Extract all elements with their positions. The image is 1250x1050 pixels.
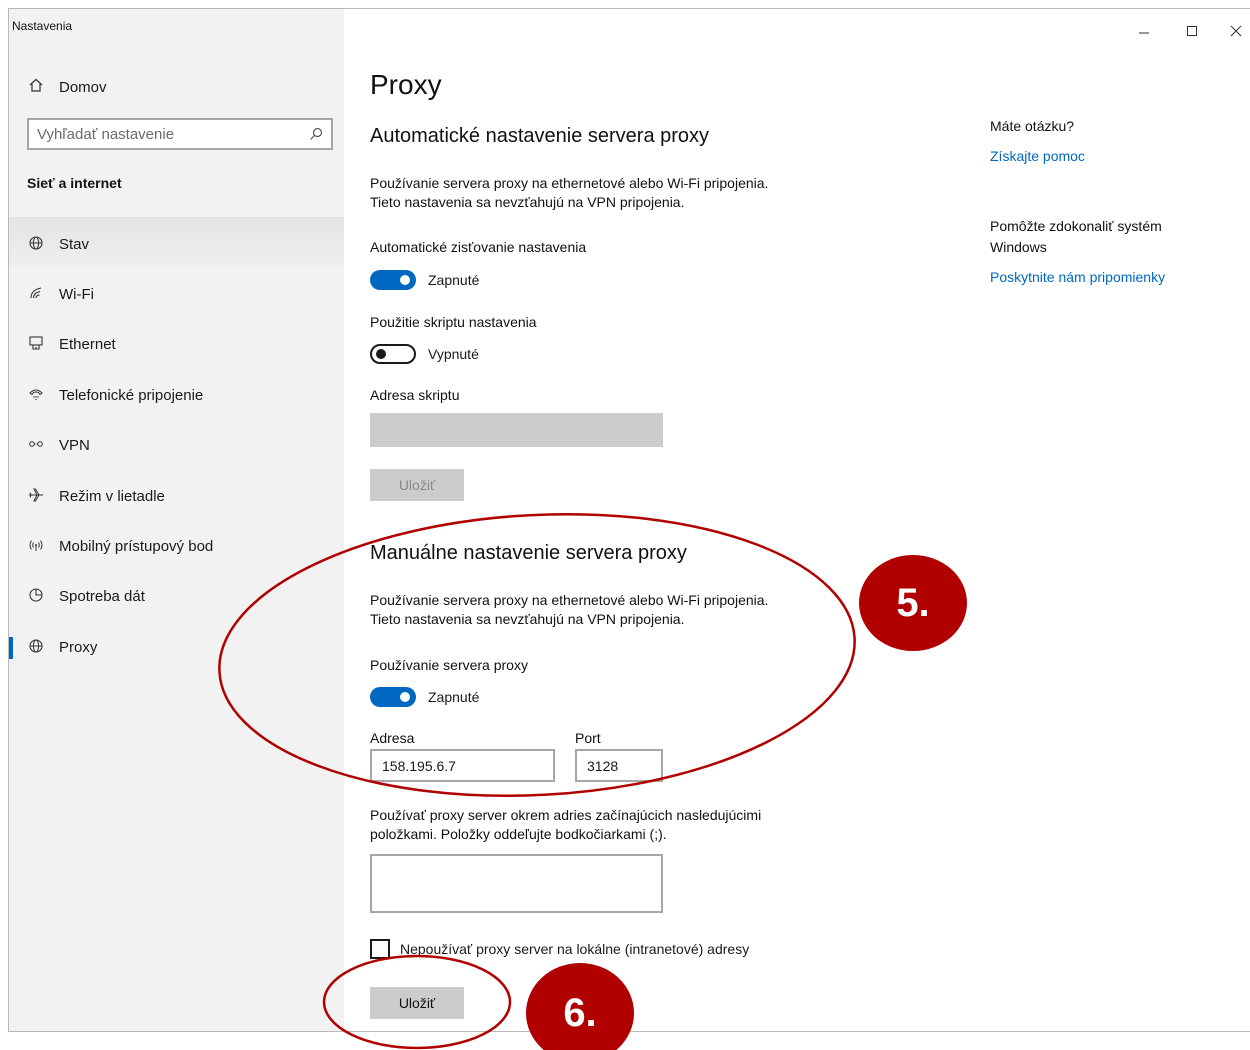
close-button[interactable] bbox=[1221, 21, 1250, 41]
manual-proxy-heading: Manuálne nastavenie servera proxy bbox=[370, 542, 687, 564]
ethernet-icon bbox=[27, 335, 45, 354]
search-icon[interactable] bbox=[309, 127, 323, 141]
use-proxy-label: Používanie servera proxy bbox=[370, 657, 528, 673]
feedback-link[interactable]: Poskytnite nám pripomienky bbox=[990, 269, 1165, 285]
dialup-icon bbox=[27, 386, 45, 405]
sidebar-item-data-usage[interactable]: Spotreba dát bbox=[9, 572, 344, 622]
app-title: Nastavenia bbox=[12, 19, 73, 33]
sidebar-item-label: Spotreba dát bbox=[59, 588, 145, 606]
script-address-field[interactable] bbox=[370, 413, 663, 447]
sidebar-item-wifi[interactable]: Wi-Fi bbox=[9, 269, 344, 319]
vpn-icon bbox=[27, 436, 45, 455]
wifi-icon bbox=[27, 285, 45, 304]
script-address-label: Adresa skriptu bbox=[370, 387, 460, 403]
active-indicator bbox=[9, 637, 13, 660]
sidebar-item-label: Wi-Fi bbox=[59, 286, 94, 304]
close-icon bbox=[1230, 25, 1242, 37]
maximize-button[interactable] bbox=[1177, 21, 1207, 41]
airplane-icon bbox=[27, 487, 45, 506]
sidebar: Nastavenia Domov Sieť a internet Stav bbox=[9, 9, 344, 1031]
setup-script-state: Vypnuté bbox=[428, 346, 479, 362]
local-bypass-row: Nepoužívať proxy server na lokálne (intr… bbox=[370, 939, 749, 959]
auto-detect-toggle[interactable] bbox=[370, 270, 416, 290]
address-label: Adresa bbox=[370, 730, 415, 746]
search-box[interactable] bbox=[27, 118, 333, 150]
auto-detect-state: Zapnuté bbox=[428, 272, 480, 288]
sidebar-item-label: Proxy bbox=[59, 638, 98, 656]
sidebar-item-proxy[interactable]: Proxy bbox=[9, 622, 344, 672]
globe-status-icon bbox=[27, 235, 45, 254]
use-proxy-toggle-row: Zapnuté bbox=[370, 687, 479, 707]
sidebar-item-label: Stav bbox=[59, 235, 90, 253]
proxy-port-input[interactable]: 3128 bbox=[575, 749, 663, 782]
main-content: Proxy Automatické nastavenie servera pro… bbox=[370, 9, 970, 1031]
sidebar-nav: Stav Wi-Fi Ethernet Telefonické pripojen… bbox=[9, 219, 344, 673]
sidebar-item-stav[interactable]: Stav bbox=[9, 219, 344, 269]
auto-save-button[interactable]: Uložiť bbox=[370, 469, 464, 501]
sidebar-item-hotspot[interactable]: Mobilný prístupový bod bbox=[9, 521, 344, 571]
step5-badge: 5. bbox=[859, 555, 967, 651]
setup-script-label: Použitie skriptu nastavenia bbox=[370, 314, 537, 330]
hotspot-icon bbox=[27, 537, 45, 556]
use-proxy-toggle[interactable] bbox=[370, 687, 416, 707]
data-usage-icon bbox=[27, 587, 45, 606]
settings-window: Nastavenia Domov Sieť a internet Stav bbox=[8, 8, 1250, 1032]
home-icon bbox=[27, 77, 45, 97]
setup-script-toggle-row: Vypnuté bbox=[370, 344, 479, 364]
sidebar-item-label: Režim v lietadle bbox=[59, 487, 165, 505]
local-bypass-label[interactable]: Nepoužívať proxy server na lokálne (intr… bbox=[400, 941, 749, 957]
setup-script-toggle[interactable] bbox=[370, 344, 416, 364]
sidebar-item-label: Ethernet bbox=[59, 336, 116, 354]
section-title: Sieť a internet bbox=[27, 175, 122, 191]
sidebar-item-dialup[interactable]: Telefonické pripojenie bbox=[9, 370, 344, 420]
home-label: Domov bbox=[59, 78, 107, 96]
auto-detect-label: Automatické zisťovanie nastavenia bbox=[370, 239, 587, 255]
exceptions-description: Používať proxy server okrem adries začín… bbox=[370, 807, 762, 842]
search-input[interactable] bbox=[37, 125, 309, 143]
manual-proxy-description: Používanie servera proxy na ethernetové … bbox=[370, 592, 769, 627]
minimize-icon bbox=[1139, 32, 1149, 34]
sidebar-item-ethernet[interactable]: Ethernet bbox=[9, 320, 344, 370]
get-help-link[interactable]: Získajte pomoc bbox=[990, 148, 1085, 164]
auto-proxy-heading: Automatické nastavenie servera proxy bbox=[370, 125, 710, 147]
exceptions-input[interactable] bbox=[370, 854, 663, 913]
sidebar-item-label: VPN bbox=[59, 437, 90, 455]
sidebar-item-vpn[interactable]: VPN bbox=[9, 421, 344, 471]
local-bypass-checkbox[interactable] bbox=[370, 939, 390, 959]
manual-save-button[interactable]: Uložiť bbox=[370, 987, 464, 1019]
home-link[interactable]: Domov bbox=[27, 77, 107, 97]
maximize-icon bbox=[1187, 26, 1197, 36]
proxy-address-input[interactable]: 158.195.6.7 bbox=[370, 749, 555, 782]
sidebar-item-airplane[interactable]: Režim v lietadle bbox=[9, 471, 344, 521]
auto-detect-toggle-row: Zapnuté bbox=[370, 270, 479, 290]
page-title: Proxy bbox=[370, 69, 442, 100]
globe-icon bbox=[27, 638, 45, 657]
question-heading: Máte otázku? bbox=[990, 118, 1075, 134]
port-label: Port bbox=[575, 730, 601, 746]
use-proxy-state: Zapnuté bbox=[428, 689, 480, 705]
sidebar-item-label: Telefonické pripojenie bbox=[59, 386, 204, 404]
auto-proxy-description: Používanie servera proxy na ethernetové … bbox=[370, 175, 769, 210]
minimize-button[interactable] bbox=[1129, 21, 1159, 41]
improve-text: Pomôžte zdokonaliť systém Windows bbox=[990, 218, 1162, 255]
sidebar-item-label: Mobilný prístupový bod bbox=[59, 538, 214, 556]
